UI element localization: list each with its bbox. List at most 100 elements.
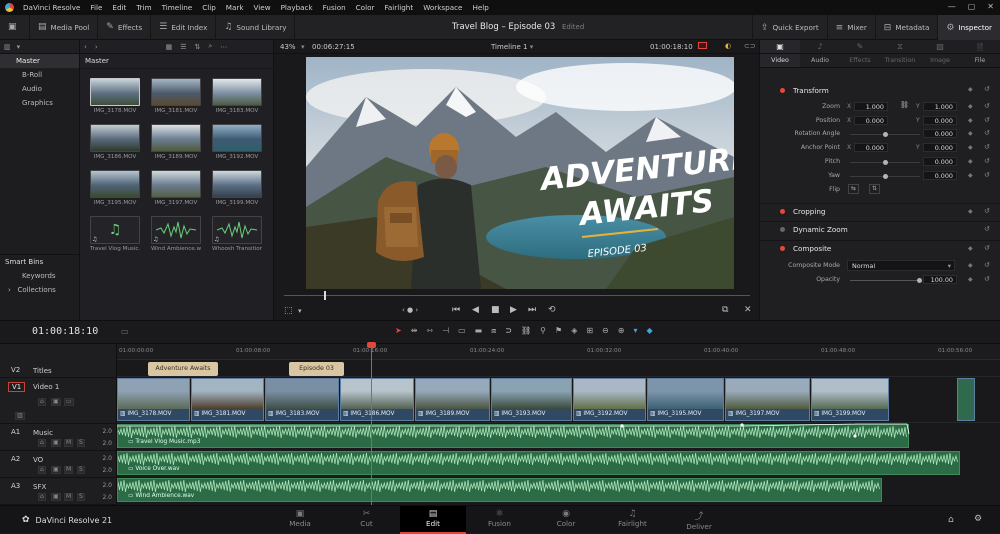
overwrite-clip-icon[interactable]: ▬: [475, 326, 483, 336]
inspector-button[interactable]: ⚙ Inspector: [937, 15, 1000, 40]
section-composite[interactable]: Composite: [760, 240, 1000, 256]
solo-icon[interactable]: S: [77, 493, 85, 501]
thumbnail-view-icon[interactable]: ▦: [166, 43, 173, 51]
reset-icon[interactable]: ↺: [984, 275, 990, 283]
audio-tab-icon[interactable]: ♪: [800, 40, 840, 53]
section-dynamic-zoom[interactable]: Dynamic Zoom: [760, 221, 1000, 237]
play-icon[interactable]: ▶: [510, 305, 517, 315]
title-clip[interactable]: Episode 03: [289, 362, 344, 376]
page-cut[interactable]: ✂ Cut: [334, 506, 400, 534]
keyframe-icon[interactable]: ◆: [968, 158, 973, 165]
timeline-video-clip[interactable]: ▥ IMG_3181.MOV: [191, 378, 264, 421]
tab-image[interactable]: Image: [920, 54, 960, 67]
media-clip[interactable]: IMG_3195.MOV: [90, 170, 140, 206]
list-view-icon[interactable]: ☰: [180, 43, 186, 51]
menu-trim[interactable]: Trim: [131, 3, 156, 12]
flip-horizontal-icon[interactable]: ⇆: [848, 184, 859, 194]
tab-video[interactable]: Video: [760, 54, 800, 67]
flag-icon[interactable]: ⚑: [555, 326, 562, 336]
track-header-a3[interactable]: A3 SFX 2.0 2.0 ⌂ ▣ M S: [0, 478, 117, 505]
media-clip[interactable]: IMG_3189.MOV: [151, 124, 201, 160]
track-id[interactable]: V1: [8, 382, 26, 392]
sort-icon[interactable]: ⇅: [195, 43, 201, 51]
go-to-end-icon[interactable]: ⏭: [528, 305, 536, 315]
opacity-slider[interactable]: [850, 278, 922, 283]
home-icon[interactable]: ⌂: [948, 515, 954, 525]
keyframe-icon[interactable]: ◆: [968, 208, 973, 215]
anchor-y-field[interactable]: 0.000: [923, 143, 957, 152]
track-header-a2[interactable]: A2 VO 2.0 2.0 ⌂ ▣ M S: [0, 451, 117, 478]
mute-icon[interactable]: M: [64, 493, 74, 501]
reset-icon[interactable]: ↺: [984, 244, 990, 252]
bin-master[interactable]: Master: [0, 54, 79, 68]
rotation-field[interactable]: 0.000: [923, 129, 957, 138]
media-clip[interactable]: IMG_3199.MOV: [212, 170, 262, 206]
monitor-icon[interactable]: ▭: [64, 398, 74, 406]
enable-toggle[interactable]: [780, 87, 785, 93]
forward-icon[interactable]: ›: [95, 43, 98, 51]
film-icon[interactable]: ▥: [15, 412, 25, 420]
anchor-x-field[interactable]: 0.000: [854, 143, 888, 152]
keyframe-icon[interactable]: ◆: [968, 130, 973, 137]
menu-help[interactable]: Help: [467, 3, 493, 12]
title-clip[interactable]: Adventure Awaits: [148, 362, 218, 376]
mute-icon[interactable]: M: [64, 439, 74, 447]
media-clip[interactable]: IMG_3183.MOV: [212, 78, 262, 114]
menu-playback[interactable]: Playback: [276, 3, 318, 12]
track-id[interactable]: V2: [8, 366, 23, 374]
reset-icon[interactable]: ↺: [984, 261, 990, 269]
timeline-video-clip[interactable]: ▥ IMG_3193.MOV: [491, 378, 572, 421]
track-name[interactable]: SFX: [33, 483, 46, 491]
track-name[interactable]: Titles: [33, 367, 52, 375]
enable-toggle[interactable]: [780, 227, 785, 232]
auto-select-icon[interactable]: ▣: [51, 466, 61, 474]
page-media[interactable]: ▣ Media: [267, 506, 333, 534]
transition-clip[interactable]: [957, 378, 975, 421]
timeline-video-clip[interactable]: ▥ IMG_3197.MOV: [725, 378, 810, 421]
bin-b-roll[interactable]: B-Roll: [0, 68, 79, 82]
output-format-icon[interactable]: [698, 42, 707, 49]
flip-vertical-icon[interactable]: ⇅: [869, 184, 880, 194]
workspace-switch-button[interactable]: ▣: [0, 14, 30, 40]
mixer-button[interactable]: ≡ Mixer: [826, 15, 875, 40]
section-cropping[interactable]: Cropping: [760, 203, 1000, 219]
more-options-icon[interactable]: ⋯: [220, 43, 227, 51]
timeline-video-clip[interactable]: ▥ IMG_3192.MOV: [573, 378, 646, 421]
page-fusion[interactable]: ⚛ Fusion: [467, 506, 533, 534]
reset-icon[interactable]: ↺: [984, 85, 990, 93]
timeline-video-clip[interactable]: ▥ IMG_3199.MOV: [811, 378, 889, 421]
keyframe-icon[interactable]: ◆: [968, 144, 973, 151]
timeline-audio-clip[interactable]: ▭ Voice Over.wav: [117, 451, 960, 475]
auto-select-icon[interactable]: ▣: [51, 493, 61, 501]
effects-tab-icon[interactable]: ✎: [840, 40, 880, 53]
quick-export-button[interactable]: ⇪ Quick Export: [751, 15, 827, 40]
reset-icon[interactable]: ↺: [984, 171, 990, 179]
timeline-video-clip[interactable]: ▥ IMG_3195.MOV: [647, 378, 724, 421]
replace-clip-icon[interactable]: ⧈: [491, 326, 496, 336]
menu-fairlight[interactable]: Fairlight: [379, 3, 418, 12]
keyframe-icon[interactable]: ◆: [968, 172, 973, 179]
reset-icon[interactable]: ↺: [984, 225, 990, 233]
page-deliver[interactable]: ⤴ Deliver: [666, 506, 732, 534]
video-tab-icon[interactable]: ▣: [760, 40, 800, 53]
tab-audio[interactable]: Audio: [800, 54, 840, 67]
lock-icon[interactable]: ⌂: [38, 493, 46, 501]
section-transform[interactable]: Transform: [760, 82, 1000, 98]
reset-icon[interactable]: ↺: [984, 143, 990, 151]
audio-level-icon[interactable]: ⊞: [586, 326, 593, 336]
yaw-slider[interactable]: [850, 174, 920, 179]
smart-bin-collections[interactable]: › Collections: [0, 283, 80, 297]
dynamic-trim-icon[interactable]: ⇿: [426, 326, 433, 336]
lock-icon[interactable]: ⌂: [38, 466, 46, 474]
timeline-ruler[interactable]: 01:00:00:0001:00:08:0001:00:16:0001:00:2…: [117, 344, 1000, 360]
auto-select-icon[interactable]: ▣: [51, 398, 61, 406]
menu-view[interactable]: View: [249, 3, 276, 12]
close-viewer-icon[interactable]: ✕: [744, 305, 752, 315]
effects-button[interactable]: ✎ Effects: [98, 14, 152, 40]
media-clip[interactable]: IMG_3178.MOV: [90, 78, 140, 114]
marker-color-icon[interactable]: ◆: [646, 326, 652, 336]
timeline-video-clip[interactable]: ▥ IMG_3189.MOV: [415, 378, 490, 421]
reset-icon[interactable]: ↺: [984, 207, 990, 215]
keyframe-icon[interactable]: ◆: [968, 245, 973, 252]
menu-edit[interactable]: Edit: [107, 3, 131, 12]
